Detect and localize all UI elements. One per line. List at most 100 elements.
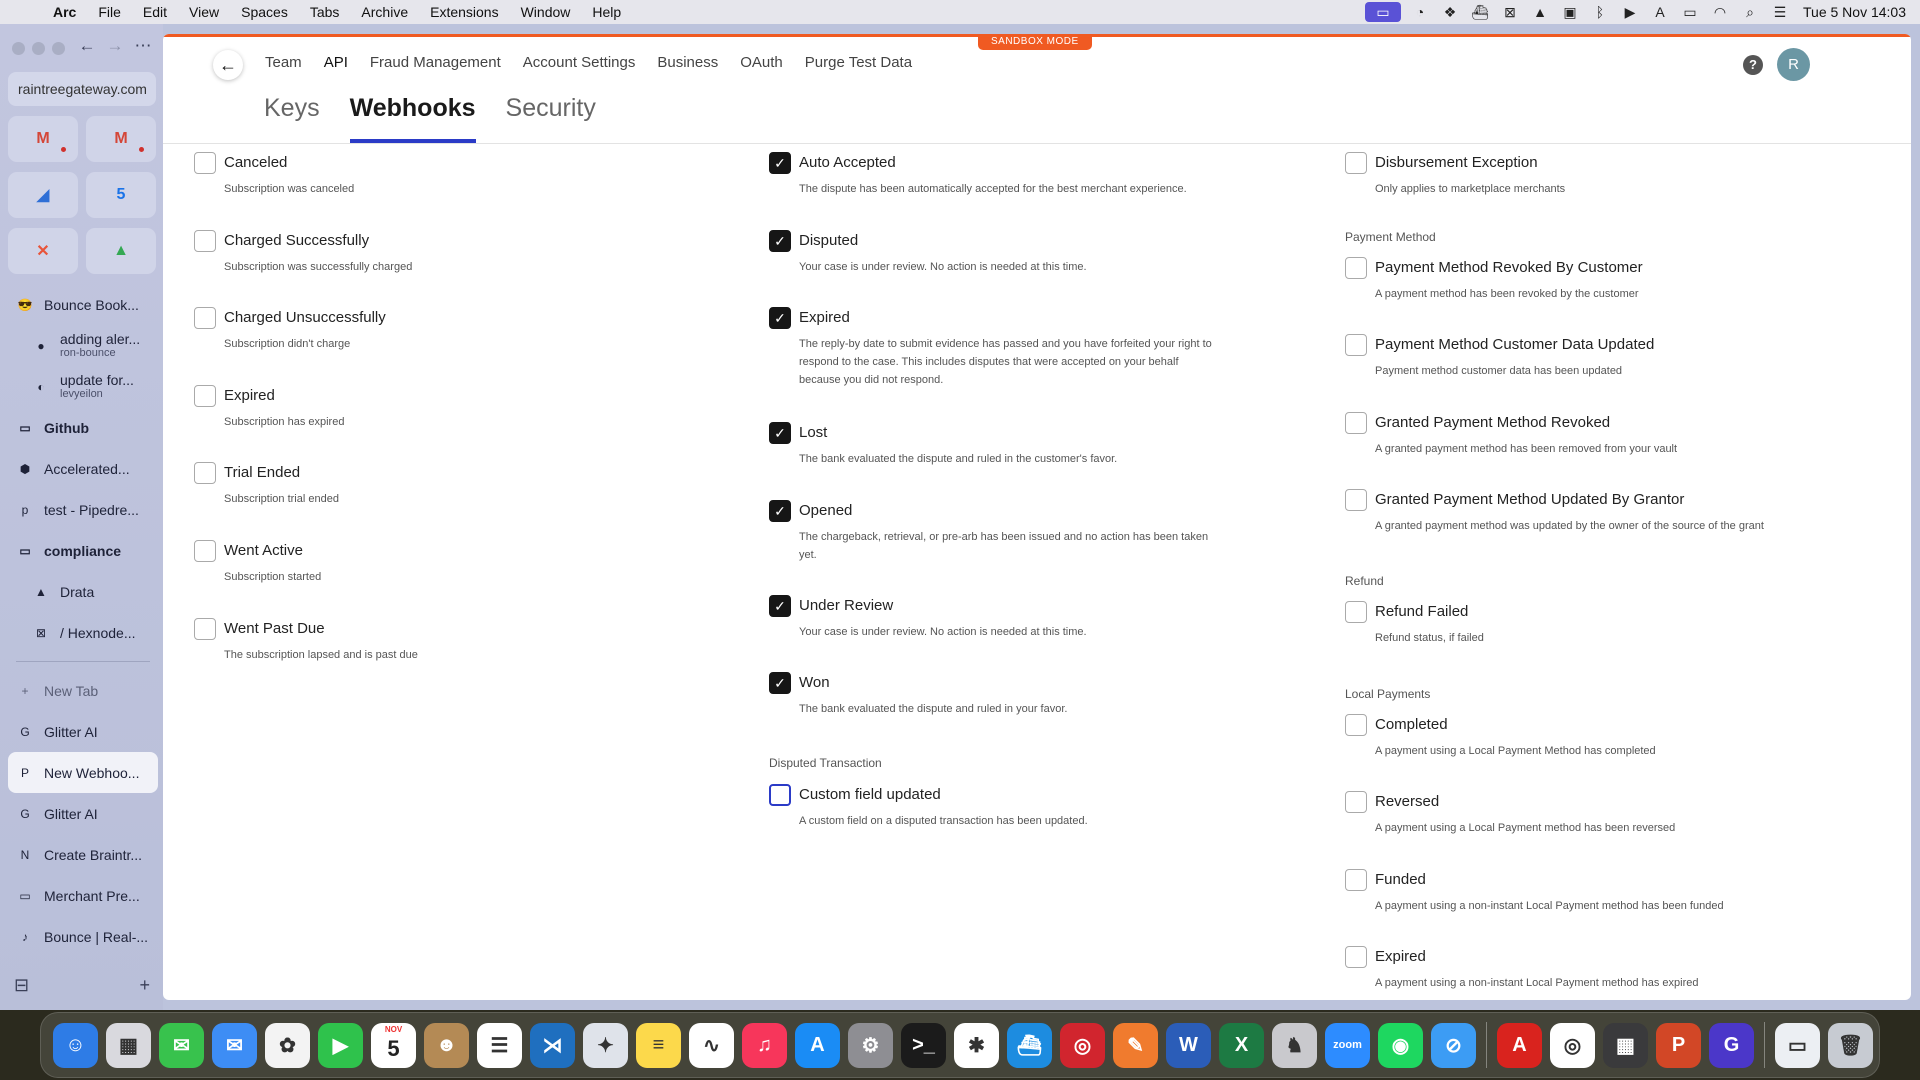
favorite-tile[interactable]: 5 (86, 172, 156, 218)
checkbox-went-past-due[interactable] (194, 618, 216, 640)
hexnode-icon[interactable]: ⊠ (1495, 4, 1525, 21)
dock-photos-icon[interactable]: ✿ (265, 1022, 310, 1068)
menu-edit[interactable]: Edit (132, 4, 178, 20)
dock-word-icon[interactable]: W (1166, 1022, 1211, 1068)
sidebar-tab-hexnode[interactable]: ⊠ / Hexnode... (8, 612, 158, 653)
checkbox-under-review[interactable]: ✓ (769, 595, 791, 617)
checkbox-lost[interactable]: ✓ (769, 422, 791, 444)
checkbox-granted-payment-method-updated-by-grantor[interactable] (1345, 489, 1367, 511)
forward-arrow-icon[interactable]: → (106, 36, 124, 56)
option-label[interactable]: Granted Payment Method Revoked (1375, 412, 1885, 434)
checkbox-opened[interactable]: ✓ (769, 500, 791, 522)
menu-app-name[interactable]: Arc (42, 4, 87, 20)
checkbox-expired[interactable] (194, 385, 216, 407)
dock-preview-icon[interactable]: ▭ (1775, 1022, 1820, 1068)
dock-chess-icon[interactable]: ♞ (1272, 1022, 1317, 1068)
option-label[interactable]: Funded (1375, 869, 1885, 891)
drata-status-icon[interactable]: ▲ (1525, 4, 1555, 20)
close-window-button[interactable] (12, 42, 25, 55)
checkbox-expired[interactable] (1345, 946, 1367, 968)
sidebar-tab-compliance[interactable]: ▭ compliance (8, 530, 158, 571)
dock-pen-icon[interactable]: ✎ (1113, 1022, 1158, 1068)
wifi-icon[interactable]: ◠ (1705, 4, 1735, 21)
dock-zoom-icon[interactable]: zoom (1325, 1022, 1370, 1068)
sidebar-tab-github[interactable]: ▭ Github (8, 407, 158, 448)
dock-lastpass-icon[interactable]: ◎ (1060, 1022, 1105, 1068)
sidebar-tab-drata[interactable]: ▲ Drata (8, 571, 158, 612)
nav-business[interactable]: Business (657, 54, 718, 71)
dock-messages-icon[interactable]: ✉ (159, 1022, 204, 1068)
back-arrow-icon[interactable]: ← (78, 36, 96, 56)
menu-window[interactable]: Window (510, 4, 582, 20)
avatar[interactable]: R (1777, 48, 1810, 81)
checkbox-charged-unsuccessfully[interactable] (194, 307, 216, 329)
menu-view[interactable]: View (178, 4, 230, 20)
dock-spotify-icon[interactable]: ◉ (1378, 1022, 1423, 1068)
more-options-icon[interactable]: ⋯ (134, 36, 152, 56)
checkbox-refund-failed[interactable] (1345, 601, 1367, 623)
battery-icon[interactable]: ▭ (1675, 4, 1705, 21)
dock-contacts-icon[interactable]: ☻ (424, 1022, 469, 1068)
checkbox-won[interactable]: ✓ (769, 672, 791, 694)
bluetooth-icon[interactable]: ᛒ (1585, 4, 1615, 20)
option-label[interactable]: Custom field updated (799, 784, 1249, 806)
tab-security[interactable]: Security (506, 94, 596, 144)
new-tab-button[interactable]: + New Tab (8, 670, 158, 711)
nav-oauth[interactable]: OAuth (740, 54, 783, 71)
dock-appstore-icon[interactable]: A (795, 1022, 840, 1068)
option-label[interactable]: Disputed (799, 230, 1249, 252)
option-label[interactable]: Payment Method Customer Data Updated (1375, 334, 1885, 356)
dock-music-icon[interactable]: ♫ (742, 1022, 787, 1068)
checkbox-custom-field-updated[interactable] (769, 784, 791, 806)
play-icon[interactable]: ▶ (1615, 4, 1645, 21)
control-center-icon[interactable]: ☰ (1765, 4, 1795, 21)
dock-freeform-icon[interactable]: ∿ (689, 1022, 734, 1068)
dock-mail-icon[interactable]: ✉ (212, 1022, 257, 1068)
sidebar-tab-test-pipedre[interactable]: p test - Pipedre... (8, 489, 158, 530)
option-label[interactable]: Under Review (799, 595, 1249, 617)
help-button[interactable]: ? (1743, 55, 1763, 75)
minimize-window-button[interactable] (32, 42, 45, 55)
dock-docker-icon[interactable]: ⛴ (1007, 1022, 1052, 1068)
checkbox-disputed[interactable]: ✓ (769, 230, 791, 252)
dropbox-icon[interactable]: ❖ (1435, 4, 1465, 21)
dock-reminders-icon[interactable]: ☰ (477, 1022, 522, 1068)
dock-slack-icon[interactable]: ✱ (954, 1022, 999, 1068)
sidebar-tab-glitter-ai[interactable]: G Glitter AI (8, 793, 158, 834)
option-label[interactable]: Lost (799, 422, 1249, 444)
glitter-status-icon[interactable]: ◔ (1405, 4, 1435, 20)
sidebar-tab-accelerated[interactable]: ⬢ Accelerated... (8, 448, 158, 489)
tab-webhooks[interactable]: Webhooks (349, 94, 476, 144)
checkbox-completed[interactable] (1345, 714, 1367, 736)
checkbox-reversed[interactable] (1345, 791, 1367, 813)
dock-powerpoint-icon[interactable]: P (1656, 1022, 1701, 1068)
dock-safari-icon[interactable]: ⊘ (1431, 1022, 1476, 1068)
dock-glitter-icon[interactable]: G (1709, 1022, 1754, 1068)
favorite-tile[interactable]: M (86, 116, 156, 162)
sidebar-tab-bounce-book[interactable]: 😎 Bounce Book... (8, 284, 158, 325)
dock-terminal-icon[interactable]: >_ (901, 1022, 946, 1068)
dock-affinity-icon[interactable]: ✦ (583, 1022, 628, 1068)
favorite-tile[interactable]: ✕ (8, 228, 78, 274)
favorite-tile[interactable]: ▲ (86, 228, 156, 274)
screen-mirror-icon[interactable]: ▭ (1365, 2, 1401, 22)
checkbox-auto-accepted[interactable]: ✓ (769, 152, 791, 174)
option-label[interactable]: Went Past Due (224, 618, 634, 640)
input-source-icon[interactable]: A (1645, 4, 1675, 20)
checkbox-canceled[interactable] (194, 152, 216, 174)
sidebar-tab-glitter-ai[interactable]: G Glitter AI (8, 711, 158, 752)
option-label[interactable]: Granted Payment Method Updated By Granto… (1375, 489, 1885, 511)
checkbox-payment-method-revoked-by-customer[interactable] (1345, 257, 1367, 279)
option-label[interactable]: Payment Method Revoked By Customer (1375, 257, 1885, 279)
dock-trash-icon[interactable]: 🗑 (1828, 1022, 1873, 1068)
nav-fraud-management[interactable]: Fraud Management (370, 54, 501, 71)
dock-calculator-icon[interactable]: ▦ (1603, 1022, 1648, 1068)
option-label[interactable]: Disbursement Exception (1375, 152, 1885, 174)
dock-chrome-icon[interactable]: ◎ (1550, 1022, 1595, 1068)
dock-vscode-icon[interactable]: ⋊ (530, 1022, 575, 1068)
tab-keys[interactable]: Keys (264, 94, 320, 144)
option-label[interactable]: Opened (799, 500, 1249, 522)
checkbox-funded[interactable] (1345, 869, 1367, 891)
url-bar[interactable]: raintreegateway.com (8, 72, 156, 106)
dock-acrobat-icon[interactable]: A (1497, 1022, 1542, 1068)
